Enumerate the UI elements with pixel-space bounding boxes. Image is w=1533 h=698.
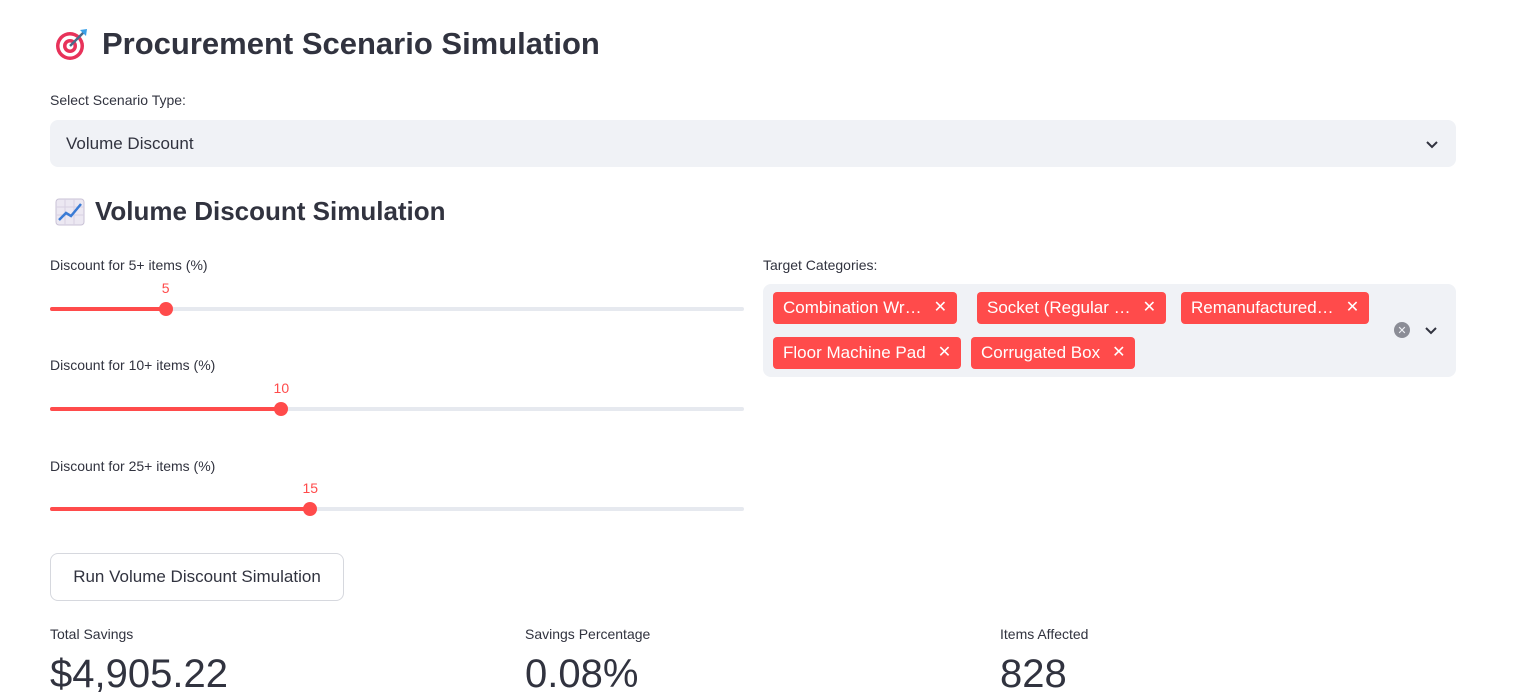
category-tag-label: Remanufactured…	[1191, 298, 1334, 317]
clear-all-icon[interactable]: ✕	[1394, 322, 1410, 338]
run-simulation-button[interactable]: Run Volume Discount Simulation	[50, 553, 344, 601]
chevron-down-icon	[1424, 136, 1440, 152]
slider-thumb[interactable]	[274, 402, 289, 416]
slider-label-10-items: Discount for 10+ items (%)	[50, 357, 216, 373]
scenario-select[interactable]: Volume Discount	[50, 120, 1456, 167]
metric-label-total-savings: Total Savings	[50, 626, 134, 642]
remove-tag-icon[interactable]: ✕	[1143, 300, 1156, 316]
slider-thumb[interactable]	[303, 502, 318, 516]
slider-label-25-items: Discount for 25+ items (%)	[50, 458, 216, 474]
discount-5-slider[interactable]: 5	[50, 280, 744, 324]
scenario-select-value: Volume Discount	[66, 133, 194, 153]
discount-25-slider[interactable]: 15	[50, 480, 744, 524]
category-tag-label: Floor Machine Pad	[783, 343, 926, 362]
category-tag-label: Corrugated Box	[981, 343, 1101, 362]
slider-value: 10	[273, 380, 290, 396]
chart-increasing-icon	[55, 198, 85, 226]
category-tag: Socket (Regular … ✕	[977, 292, 1167, 324]
page-title-text: Procurement Scenario Simulation	[102, 26, 600, 61]
metric-label-items-affected: Items Affected	[1000, 626, 1089, 642]
categories-multiselect[interactable]: Combination Wr… ✕ Socket (Regular … ✕ Re…	[763, 284, 1456, 377]
page-title: Procurement Scenario Simulation	[54, 26, 600, 62]
remove-tag-icon[interactable]: ✕	[934, 300, 947, 316]
category-tag: Combination Wr… ✕	[773, 292, 957, 324]
remove-tag-icon[interactable]: ✕	[1346, 300, 1359, 316]
target-icon	[54, 26, 90, 62]
discount-10-slider[interactable]: 10	[50, 380, 744, 424]
categories-label: Target Categories:	[763, 257, 878, 273]
category-tag: Corrugated Box ✕	[971, 337, 1136, 369]
metric-label-savings-percentage: Savings Percentage	[525, 626, 651, 642]
slider-fill	[50, 507, 311, 511]
slider-value: 5	[161, 280, 170, 296]
slider-thumb[interactable]	[158, 302, 173, 316]
slider-value: 15	[302, 480, 319, 496]
scenario-select-label: Select Scenario Type:	[50, 92, 186, 108]
remove-tag-icon[interactable]: ✕	[938, 345, 951, 361]
section-title: Volume Discount Simulation	[55, 196, 446, 227]
metric-value-savings-percentage: 0.08%	[525, 652, 639, 696]
category-tag-label: Combination Wr…	[783, 298, 922, 317]
category-tag-label: Socket (Regular …	[987, 298, 1131, 317]
slider-fill	[50, 307, 166, 311]
category-tag: Remanufactured… ✕	[1181, 292, 1370, 324]
slider-fill	[50, 407, 282, 411]
app-page: Procurement Scenario Simulation Select S…	[0, 0, 1533, 698]
slider-label-5-items: Discount for 5+ items (%)	[50, 257, 208, 273]
metric-value-total-savings: $4,905.22	[50, 652, 228, 696]
section-title-text: Volume Discount Simulation	[95, 196, 446, 226]
remove-tag-icon[interactable]: ✕	[1112, 345, 1125, 361]
metric-value-items-affected: 828	[1000, 652, 1067, 696]
category-tag: Floor Machine Pad ✕	[773, 337, 962, 369]
chevron-down-icon[interactable]	[1423, 322, 1439, 338]
